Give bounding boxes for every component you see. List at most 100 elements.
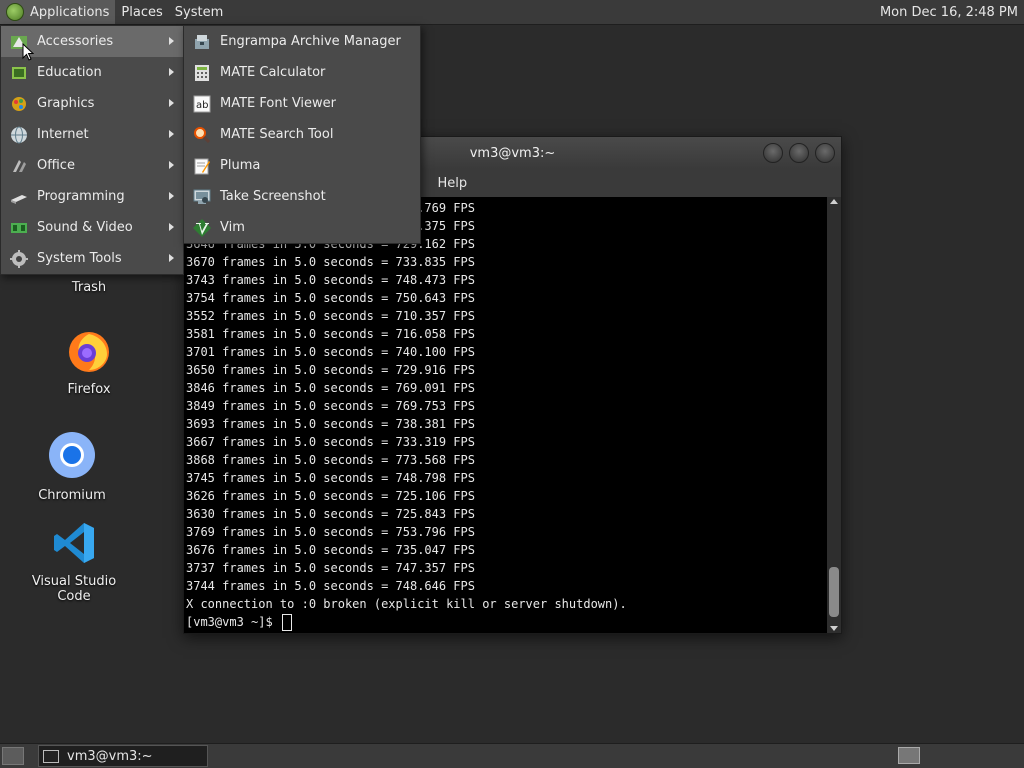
taskbar-button-label: vm3@vm3:~ bbox=[67, 748, 153, 764]
system-tools-icon bbox=[9, 249, 29, 269]
minimize-button[interactable] bbox=[763, 143, 783, 163]
sound-video-icon bbox=[9, 218, 29, 238]
text-editor-icon bbox=[192, 156, 212, 176]
submenu-arrow-icon bbox=[169, 130, 174, 138]
terminal-line: 3693 frames in 5.0 seconds = 738.381 FPS bbox=[186, 417, 475, 431]
menu-item-label: Internet bbox=[37, 127, 89, 142]
menu-item-engrampa[interactable]: Engrampa Archive Manager bbox=[184, 26, 420, 57]
scrollbar-thumb[interactable] bbox=[829, 567, 839, 617]
menu-item-pluma[interactable]: Pluma bbox=[184, 150, 420, 181]
window-controls bbox=[763, 143, 835, 163]
menu-item-sound-video[interactable]: Sound & Video bbox=[1, 212, 183, 243]
submenu-arrow-icon bbox=[169, 99, 174, 107]
menu-item-vim[interactable]: Vim bbox=[184, 212, 420, 243]
terminal-line: 3667 frames in 5.0 seconds = 733.319 FPS bbox=[186, 435, 475, 449]
firefox-icon bbox=[69, 332, 109, 372]
vscode-icon bbox=[54, 523, 94, 563]
show-desktop-button[interactable] bbox=[2, 747, 24, 765]
menu-item-office[interactable]: Office bbox=[1, 150, 183, 181]
graphics-icon bbox=[9, 94, 29, 114]
submenu-arrow-icon bbox=[169, 161, 174, 169]
menu-item-calculator[interactable]: MATE Calculator bbox=[184, 57, 420, 88]
desktop-icon-trash[interactable]: Trash bbox=[29, 276, 149, 295]
desktop-icon-chromium[interactable]: Chromium bbox=[12, 430, 132, 503]
terminal-line: 3630 frames in 5.0 seconds = 725.843 FPS bbox=[186, 507, 475, 521]
mate-logo-icon bbox=[6, 3, 24, 21]
terminal-scrollbar[interactable] bbox=[827, 197, 841, 633]
maximize-button[interactable] bbox=[789, 143, 809, 163]
scroll-up-arrow-icon[interactable] bbox=[830, 199, 838, 204]
svg-text:ab: ab bbox=[196, 100, 208, 111]
terminal-line: 3626 frames in 5.0 seconds = 725.106 FPS bbox=[186, 489, 475, 503]
vscode-label: Visual Studio Code bbox=[31, 574, 117, 604]
terminal-line: 3754 frames in 5.0 seconds = 750.643 FPS bbox=[186, 291, 475, 305]
menu-item-label: Engrampa Archive Manager bbox=[220, 34, 401, 49]
workspace-switcher[interactable] bbox=[898, 747, 920, 764]
scroll-down-arrow-icon[interactable] bbox=[830, 626, 838, 631]
terminal-line: 3581 frames in 5.0 seconds = 716.058 FPS bbox=[186, 327, 475, 341]
search-tool-icon bbox=[192, 125, 212, 145]
terminal-line: 3737 frames in 5.0 seconds = 747.357 FPS bbox=[186, 561, 475, 575]
education-icon bbox=[9, 63, 29, 83]
menu-item-graphics[interactable]: Graphics bbox=[1, 88, 183, 119]
close-button[interactable] bbox=[815, 143, 835, 163]
menu-item-label: Sound & Video bbox=[37, 220, 133, 235]
terminal-prompt-line: [vm3@vm3 ~]$ bbox=[186, 613, 627, 631]
terminal-prompt: [vm3@vm3 ~]$ bbox=[186, 615, 280, 629]
terminal-output[interactable]: 3773 frames in 5.0 seconds = 754.769 FPS… bbox=[184, 197, 827, 633]
menu-item-internet[interactable]: Internet bbox=[1, 119, 183, 150]
terminal-line: 3552 frames in 5.0 seconds = 710.357 FPS bbox=[186, 309, 475, 323]
office-icon bbox=[9, 156, 29, 176]
places-menu-button[interactable]: Places bbox=[115, 0, 168, 24]
internet-icon bbox=[9, 125, 29, 145]
menu-item-font-viewer[interactable]: ab MATE Font Viewer bbox=[184, 88, 420, 119]
applications-menu-button[interactable]: Applications bbox=[0, 0, 116, 24]
terminal-line: 3769 frames in 5.0 seconds = 753.796 FPS bbox=[186, 525, 475, 539]
accessories-submenu: Engrampa Archive Manager MATE Calculator… bbox=[183, 25, 421, 244]
menu-item-label: Take Screenshot bbox=[220, 189, 326, 204]
terminal-line: 3650 frames in 5.0 seconds = 729.916 FPS bbox=[186, 363, 475, 377]
menu-item-label: Education bbox=[37, 65, 102, 80]
menu-item-label: Graphics bbox=[37, 96, 95, 111]
terminal-line: 3849 frames in 5.0 seconds = 769.753 FPS bbox=[186, 399, 475, 413]
programming-icon bbox=[9, 187, 29, 207]
clock[interactable]: Mon Dec 16, 2:48 PM bbox=[880, 5, 1024, 20]
terminal-icon bbox=[43, 749, 59, 763]
panel-menubar: Applications Places System bbox=[0, 0, 229, 24]
terminal-line: 3846 frames in 5.0 seconds = 769.091 FPS bbox=[186, 381, 475, 395]
submenu-arrow-icon bbox=[169, 68, 174, 76]
menu-item-take-screenshot[interactable]: Take Screenshot bbox=[184, 181, 420, 212]
bottom-panel: vm3@vm3:~ bbox=[0, 743, 1024, 768]
desktop-icon-vscode[interactable]: Visual Studio Code bbox=[14, 520, 134, 604]
top-panel: Applications Places System Mon Dec 16, 2… bbox=[0, 0, 1024, 25]
applications-label: Applications bbox=[30, 4, 110, 20]
text-cursor bbox=[281, 614, 292, 631]
calculator-icon bbox=[192, 63, 212, 83]
chromium-label: Chromium bbox=[38, 488, 106, 503]
submenu-arrow-icon bbox=[169, 37, 174, 45]
terminal-line: 3868 frames in 5.0 seconds = 773.568 FPS bbox=[186, 453, 475, 467]
menu-item-programming[interactable]: Programming bbox=[1, 181, 183, 212]
terminal-line: 3670 frames in 5.0 seconds = 733.835 FPS bbox=[186, 255, 475, 269]
menu-item-education[interactable]: Education bbox=[1, 57, 183, 88]
terminal-menu-help[interactable]: Help bbox=[429, 176, 477, 191]
system-menu-button[interactable]: System bbox=[169, 0, 229, 24]
trash-label: Trash bbox=[71, 280, 107, 295]
menu-item-label: MATE Search Tool bbox=[220, 127, 334, 142]
archive-manager-icon bbox=[192, 32, 212, 52]
terminal-line: 3745 frames in 5.0 seconds = 748.798 FPS bbox=[186, 471, 475, 485]
menu-item-label: Programming bbox=[37, 189, 125, 204]
vim-icon bbox=[192, 218, 212, 238]
chromium-icon bbox=[49, 432, 95, 478]
menu-item-label: Pluma bbox=[220, 158, 261, 173]
menu-item-search-tool[interactable]: MATE Search Tool bbox=[184, 119, 420, 150]
firefox-label: Firefox bbox=[67, 382, 111, 397]
desktop-icon-firefox[interactable]: Firefox bbox=[29, 326, 149, 397]
menu-item-system-tools[interactable]: System Tools bbox=[1, 243, 183, 274]
terminal-line: 3743 frames in 5.0 seconds = 748.473 FPS bbox=[186, 273, 475, 287]
terminal-line: X connection to :0 broken (explicit kill… bbox=[186, 597, 627, 611]
terminal-title: vm3@vm3:~ bbox=[469, 145, 556, 161]
terminal-line: 3744 frames in 5.0 seconds = 748.646 FPS bbox=[186, 579, 475, 593]
menu-item-label: MATE Font Viewer bbox=[220, 96, 337, 111]
taskbar-button-terminal[interactable]: vm3@vm3:~ bbox=[38, 745, 208, 767]
